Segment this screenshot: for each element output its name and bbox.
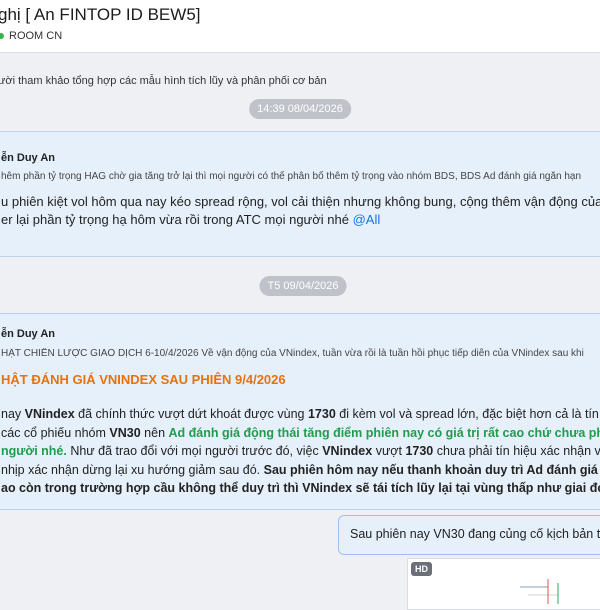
chart-thumbnail-icon xyxy=(520,579,559,604)
message-line: er lại phần tỷ trọng hạ hôm vừa rồi tron… xyxy=(1,212,381,227)
chat-header: ghị [ An FINTOP ID BEW5] ROOM CN xyxy=(0,0,600,53)
quoted-message[interactable]: HẬT CHIẾN LƯỢC GIAO DỊCH 6-10/4/2026 Về … xyxy=(1,348,600,359)
message-author[interactable]: ễn Duy An xyxy=(1,328,55,340)
message-card[interactable]: ễn Duy An HẬT CHIẾN LƯỢC GIAO DỊCH 6-10/… xyxy=(0,313,600,510)
message-card[interactable]: ễn Duy An hêm phần tỷ trọng HAG chờ gia … xyxy=(0,131,600,257)
date-separator: T5 09/04/2026 xyxy=(259,276,347,296)
online-dot-icon xyxy=(0,33,4,39)
message-line: ao còn trong trường hợp cầu không thể du… xyxy=(1,481,600,495)
chart-image-attachment[interactable]: HD xyxy=(407,558,600,610)
room-status: ROOM CN xyxy=(0,30,62,42)
message-line: người nhé. Như đã trao đổi với mọi người… xyxy=(1,444,600,458)
mention-all-link[interactable]: @All xyxy=(353,212,381,227)
message-line: nhịp xác nhận dừng lại xu hướng giảm sau… xyxy=(1,463,600,477)
message-author[interactable]: ễn Duy An xyxy=(1,152,55,164)
chat-title: ghị [ An FINTOP ID BEW5] xyxy=(0,5,201,24)
room-label: ROOM CN xyxy=(9,30,63,42)
message-heading: HẬT ĐÁNH GIÁ VNINDEX SAU PHIÊN 9/4/2026 xyxy=(1,372,286,387)
pinned-message[interactable]: ười tham khảo tổng hợp các mẫu hình tích… xyxy=(0,70,600,92)
reply-message-bubble[interactable]: Sau phiên nay VN30 đang củng cố kịch bản… xyxy=(338,515,600,555)
quoted-message[interactable]: hêm phần tỷ trọng HAG chờ gia tăng trở l… xyxy=(1,171,600,182)
message-line: các cổ phiếu nhóm VN30 nên Ad đánh giá đ… xyxy=(1,426,600,440)
message-line: nay VNindex đã chính thức vượt dứt khoát… xyxy=(1,407,600,421)
date-separator: 14:39 08/04/2026 xyxy=(249,99,351,119)
